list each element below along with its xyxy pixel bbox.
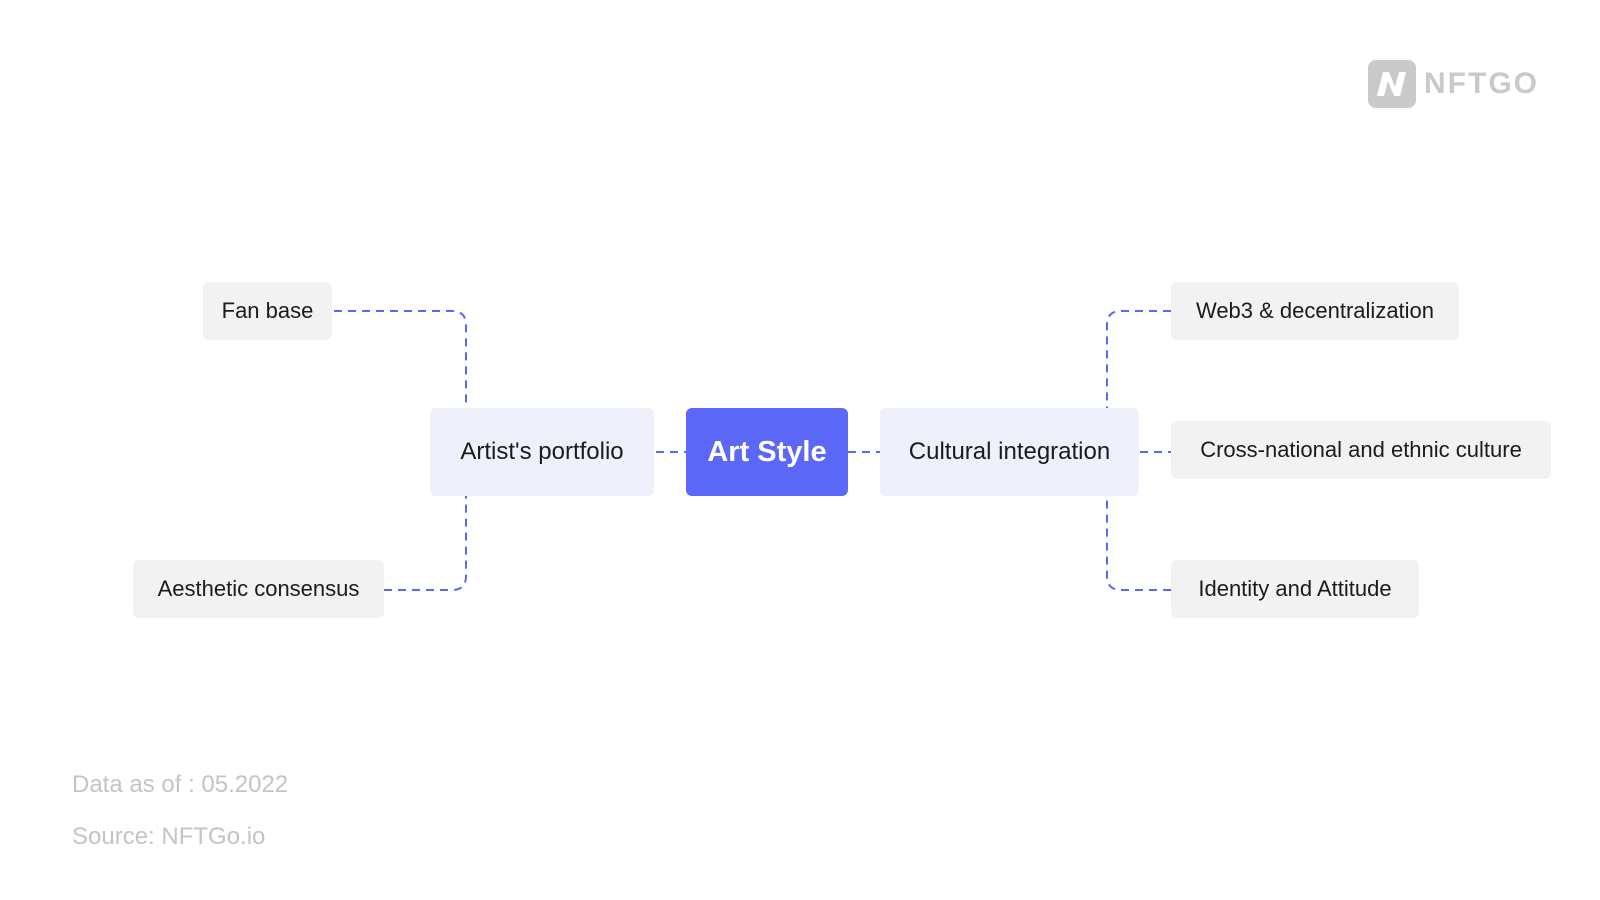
branch-node-artists-portfolio: Artist's portfolio: [430, 408, 654, 496]
leaf-label: Fan base: [221, 298, 314, 323]
leaf-label: Web3 & decentralization: [1195, 298, 1435, 323]
leaf-node-fan-base: Fan base: [203, 282, 332, 340]
leaf-label: Aesthetic consensus: [157, 576, 360, 601]
connector-aesthetic: [384, 496, 467, 591]
connector-identity: [1106, 496, 1171, 591]
source-note: Source: NFTGo.io: [72, 823, 266, 850]
connector-fan-base: [334, 310, 467, 408]
branch-node-cultural-integration: Cultural integration: [880, 408, 1139, 496]
leaf-node-cross-national-culture: Cross-national and ethnic culture: [1171, 421, 1551, 479]
leaf-label: Identity and Attitude: [1198, 576, 1392, 601]
branch-label: Artist's portfolio: [460, 438, 624, 465]
data-as-of-note: Data as of : 05.2022: [72, 771, 289, 798]
connector-web3: [1106, 310, 1171, 408]
root-label: Art Style: [707, 435, 827, 468]
leaf-node-web3-decentralization: Web3 & decentralization: [1171, 282, 1459, 340]
leaf-node-aesthetic-consensus: Aesthetic consensus: [133, 560, 384, 618]
leaf-label: Cross-national and ethnic culture: [1200, 437, 1522, 462]
leaf-node-identity-attitude: Identity and Attitude: [1171, 560, 1419, 618]
branch-label: Cultural integration: [908, 438, 1111, 465]
root-node-art-style: Art Style: [686, 408, 848, 496]
